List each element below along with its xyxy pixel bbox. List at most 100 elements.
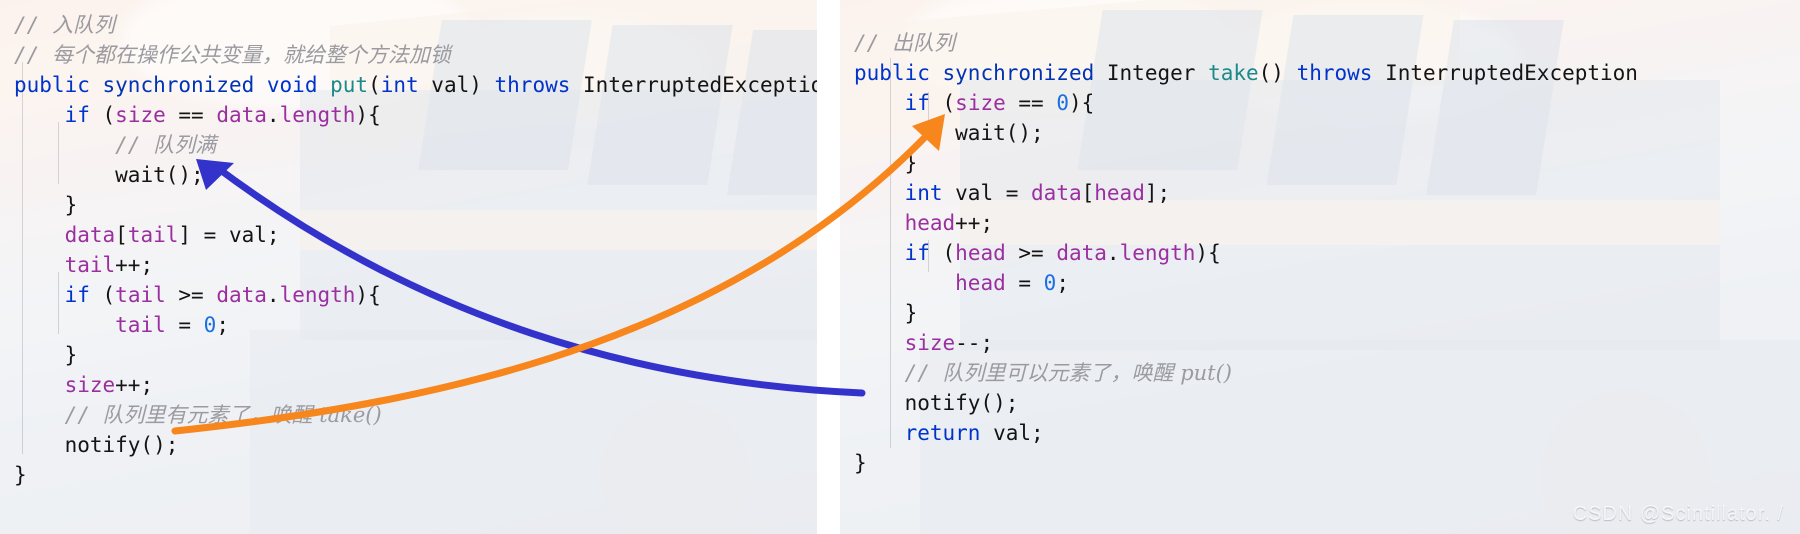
- code-token-plain: notify();: [904, 391, 1019, 415]
- comment-text: 每个都在操作公共变量，就给整个方法加锁: [51, 43, 451, 67]
- code-token-var: head: [1094, 181, 1145, 205]
- code-token-kw2: synchronized: [942, 61, 1095, 85]
- code-line: if (tail >= data.length){: [14, 280, 817, 310]
- code-line: tail++;: [14, 250, 817, 280]
- code-token-kw: int: [380, 73, 419, 97]
- code-line: if (size == 0){: [854, 88, 1800, 118]
- code-token-plain: }: [64, 193, 78, 217]
- code-token-var: tail: [115, 283, 166, 307]
- code-token-plain: ){: [1195, 241, 1221, 265]
- code-token-plain: ++;: [115, 253, 154, 277]
- code-token-plain: (: [929, 91, 956, 115]
- code-token-plain: =: [1005, 271, 1044, 295]
- code-token-kw: if: [64, 283, 90, 307]
- code-token-plain: .: [266, 283, 280, 307]
- code-token-var: length: [279, 103, 356, 127]
- code-token-plain: }: [904, 301, 918, 325]
- code-token-cmt: // 队列里可以元素了，唤醒 put(): [905, 361, 1232, 385]
- comment-text: 入队列: [51, 13, 115, 37]
- code-token-var: head: [904, 211, 956, 235]
- code-token-plain: ++;: [955, 211, 994, 235]
- code-token-plain: ;: [1056, 271, 1069, 295]
- code-token-plain: ){: [355, 283, 381, 307]
- code-line: public synchronized Integer take() throw…: [854, 58, 1800, 88]
- code-line: return val;: [854, 418, 1800, 448]
- code-token-kw: public: [854, 61, 930, 85]
- code-token-var: size: [904, 331, 956, 355]
- code-token-type: InterruptedException: [1385, 61, 1638, 85]
- code-token-cmt: // 入队列: [14, 13, 115, 37]
- code-token-plain: (: [368, 73, 381, 97]
- code-line: }: [14, 460, 817, 490]
- code-token-plain: (): [1258, 61, 1297, 85]
- code-token-num: 0: [203, 313, 217, 337]
- code-token-plain: }: [904, 151, 918, 175]
- code-line: head = 0;: [854, 268, 1800, 298]
- comment-slashes: //: [64, 403, 103, 427]
- csdn-watermark: CSDN @Scintillator. /: [1572, 503, 1784, 525]
- code-token-plain: ];: [1144, 181, 1171, 205]
- code-token-plain: ] = val;: [178, 223, 280, 247]
- code-token-var: tail: [115, 313, 166, 337]
- code-token-var: data: [216, 103, 267, 127]
- code-token-plain: =: [165, 313, 204, 337]
- code-line: public synchronized void put(int val) th…: [14, 70, 817, 100]
- comment-slashes: //: [904, 361, 943, 385]
- code-token-var: size: [955, 91, 1006, 115]
- comment-slashes: //: [14, 43, 52, 67]
- code-token-plain: .: [1106, 241, 1120, 265]
- comment-slashes: //: [854, 31, 892, 55]
- code-token-cmt: // 队列满: [115, 133, 216, 157]
- code-token-var: length: [1119, 241, 1196, 265]
- code-line: }: [854, 448, 1800, 478]
- code-line: tail = 0;: [14, 310, 817, 340]
- code-token-plain: wait();: [115, 163, 204, 187]
- code-line: }: [14, 340, 817, 370]
- comment-text: 出队列: [891, 31, 955, 55]
- code-line: notify();: [14, 430, 817, 460]
- code-line: notify();: [854, 388, 1800, 418]
- code-token-plain: val =: [942, 181, 1032, 205]
- code-token-plain: (: [89, 283, 116, 307]
- code-token-kw: throws: [1296, 61, 1373, 85]
- code-token-var: data: [64, 223, 116, 247]
- code-token-type: InterruptedException: [583, 73, 817, 97]
- code-token-num: 0: [1056, 91, 1069, 115]
- code-line: // 入队列: [14, 10, 817, 40]
- code-token-var: size: [64, 373, 116, 397]
- code-token-kw: public: [14, 73, 90, 97]
- screenshot-root: // 入队列 // 每个都在操作公共变量，就给整个方法加锁 public synch…: [0, 0, 1800, 534]
- code-token-var: head: [955, 241, 1006, 265]
- code-token-plain: ==: [1005, 91, 1057, 115]
- code-token-kw: void: [266, 73, 318, 97]
- code-line: if (size == data.length){: [14, 100, 817, 130]
- code-token-var: size: [115, 103, 166, 127]
- code-token-var: tail: [127, 223, 179, 247]
- code-token-kw: if: [904, 241, 930, 265]
- code-token-plain: >=: [1005, 241, 1057, 265]
- code-line: // 队列里可以元素了，唤醒 put(): [854, 358, 1800, 388]
- code-token-plain: notify();: [64, 433, 179, 457]
- code-line: wait();: [14, 160, 817, 190]
- code-token-plain: [: [115, 223, 128, 247]
- code-token-var: data: [1056, 241, 1107, 265]
- code-token-plain: (: [929, 241, 956, 265]
